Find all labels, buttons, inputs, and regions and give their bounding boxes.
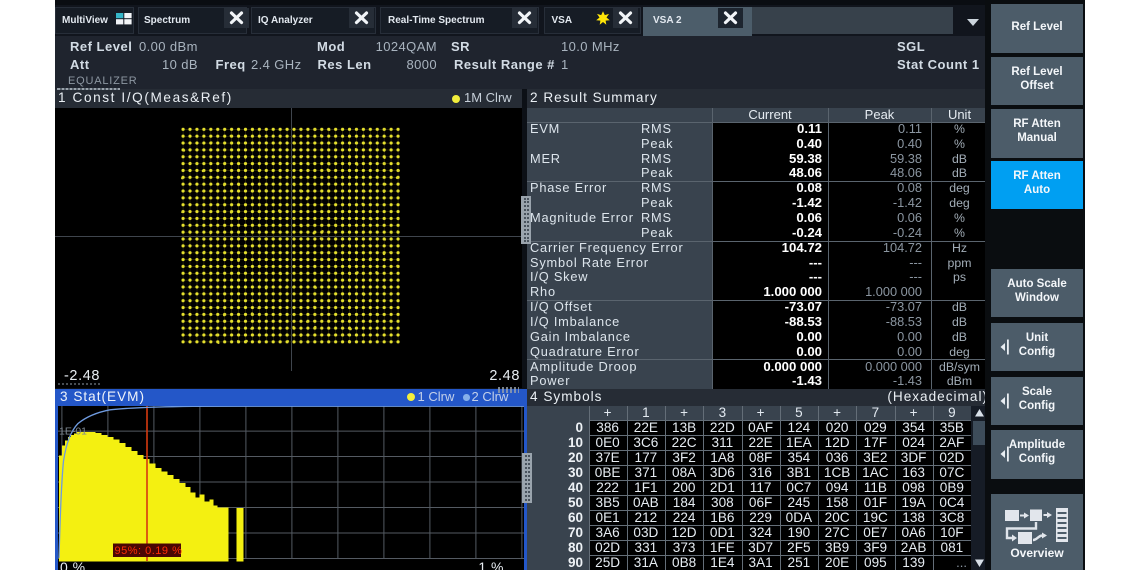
svg-text:1E-01: 1E-01 (59, 425, 87, 437)
svg-text:95%: 0.19 %: 95%: 0.19 % (114, 545, 182, 557)
